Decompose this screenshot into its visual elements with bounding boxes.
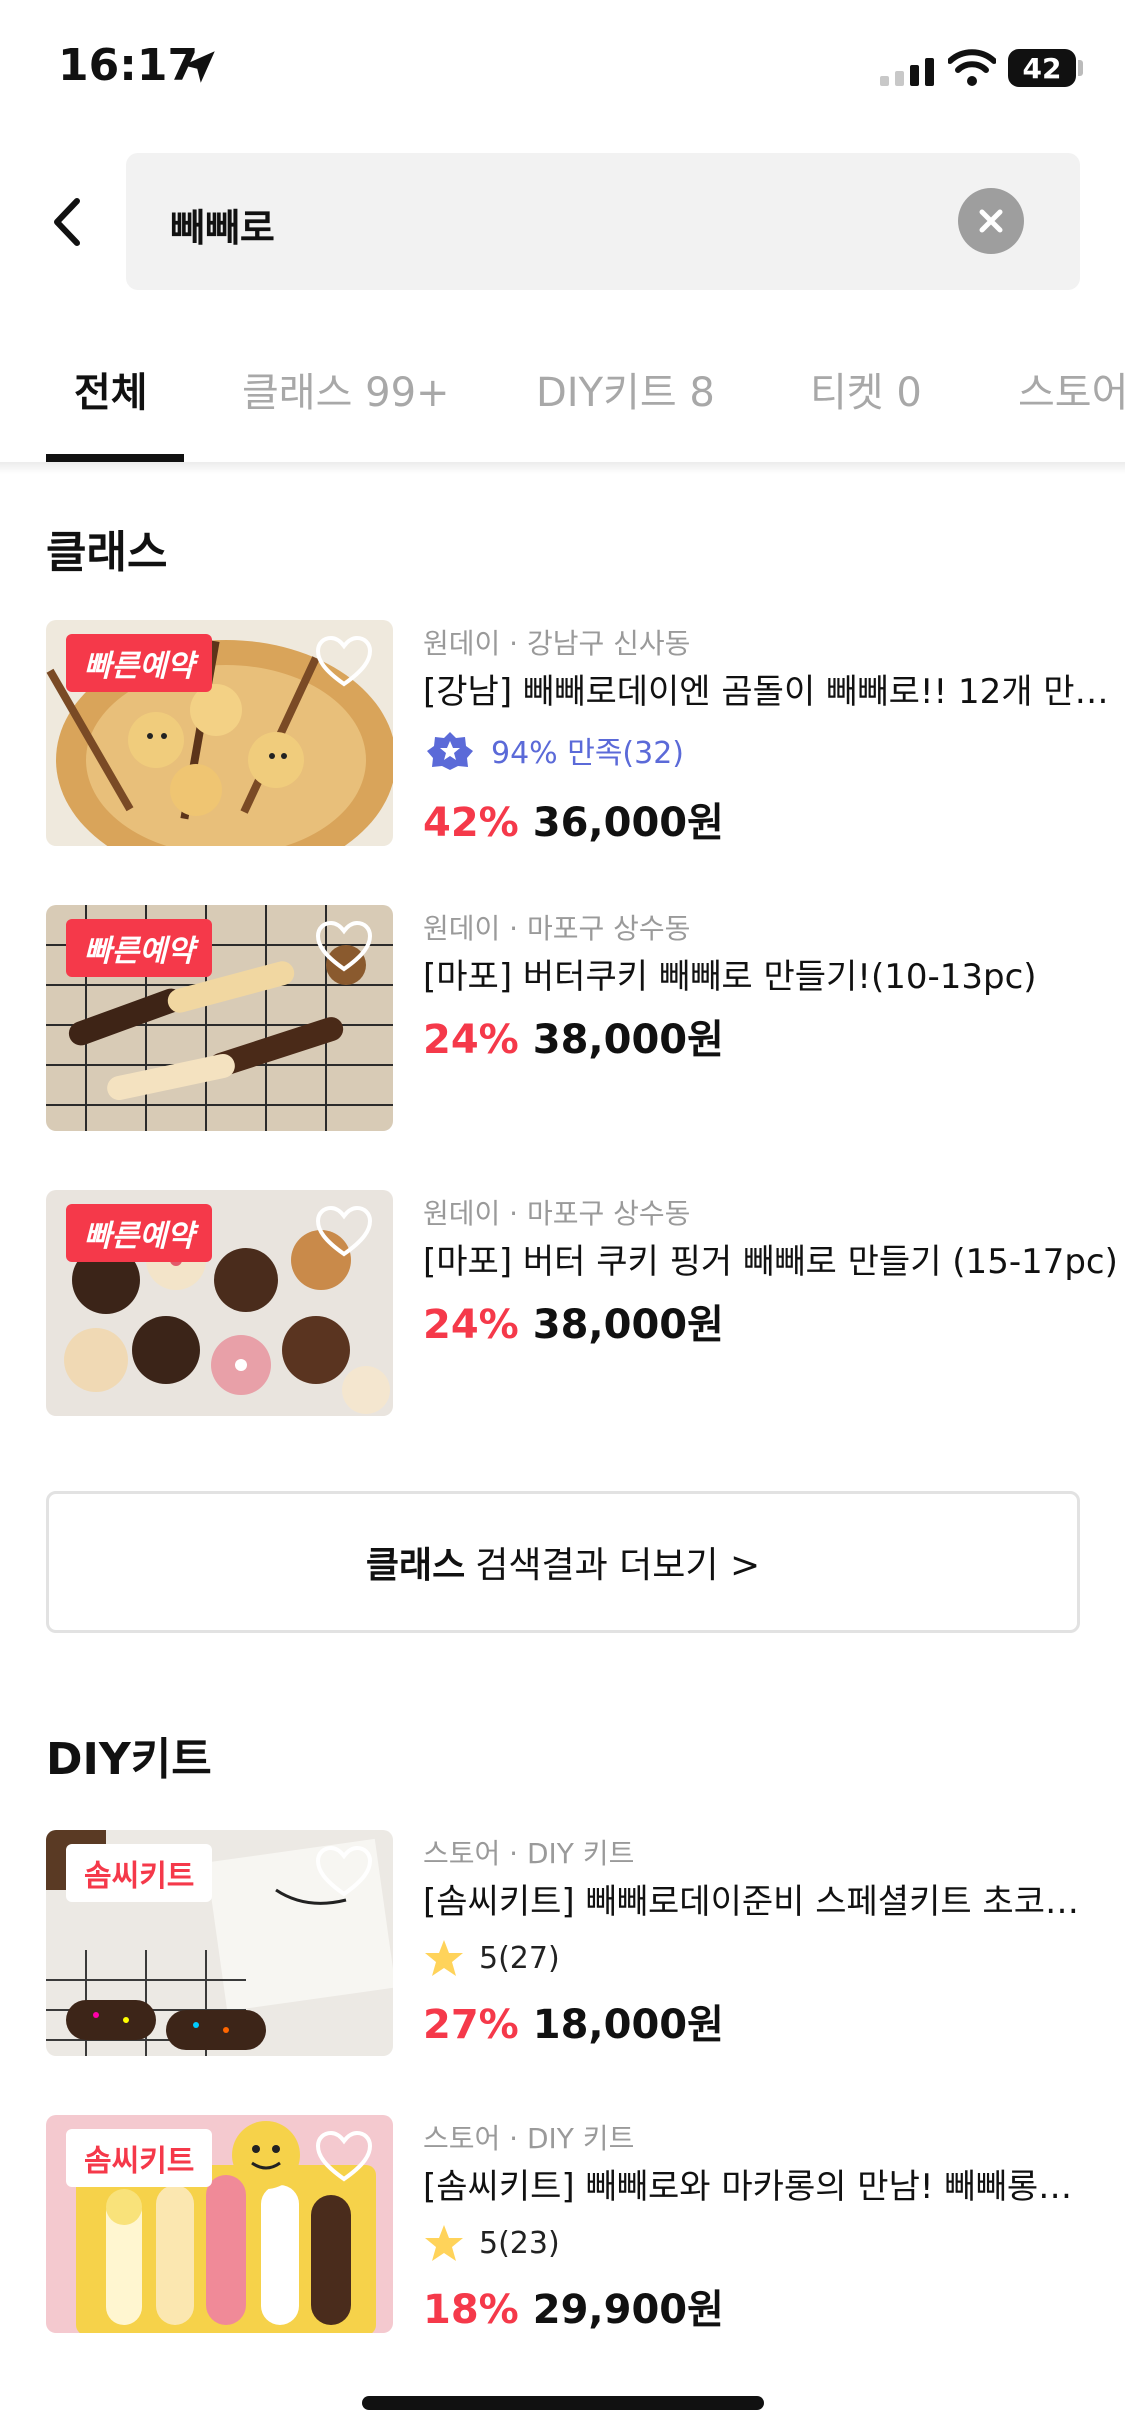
battery-tip (1078, 60, 1083, 76)
chevron-left-icon (54, 198, 80, 246)
star-rating-text: 5(23) (479, 2225, 560, 2261)
heart-icon[interactable] (314, 634, 374, 690)
class-card[interactable]: 빠른예약 원데이 · 마포구 상수동 [마포] 버터쿠키 빼빼로 만들기!(10… (46, 905, 1086, 1131)
star-icon (425, 1940, 463, 1976)
fast-booking-badge: 빠른예약 (66, 634, 213, 692)
price-row: 24% 38,000원 (423, 1292, 724, 1350)
price-row: 24% 38,000원 (423, 1007, 724, 1065)
class-title[interactable]: [강남] 빼빼로데이엔 곰돌이 빼빼로!! 12개 만… (423, 664, 1123, 713)
price-row: 42% 36,000원 (423, 790, 724, 848)
satisfaction-text: 94% 만족(32) (491, 736, 684, 771)
cellular-signal-icon (880, 58, 934, 86)
class-thumbnail[interactable]: 빠른예약 (46, 905, 393, 1131)
kit-title[interactable]: [솜씨키트] 빼빼로데이준비 스페셜키트 초코… (423, 1874, 1123, 1923)
class-thumbnail[interactable]: 빠른예약 (46, 1190, 393, 1416)
class-meta: 원데이 · 마포구 상수동 (423, 912, 691, 945)
tab-store[interactable]: 스토어 (1018, 360, 1125, 418)
satisfaction-rating: 94% 만족(32) (423, 728, 684, 772)
tab-divider (0, 462, 1125, 474)
class-card[interactable]: 빠른예약 원데이 · 마포구 상수동 [마포] 버터 쿠키 핑거 빼빼로 만들기… (46, 1190, 1118, 1416)
fast-booking-badge: 빠른예약 (66, 1204, 213, 1262)
category-tabs: 전체 클래스 99+ DIY키트 8 티켓 0 스토어 (0, 330, 1125, 462)
star-rating-text: 5(27) (479, 1940, 560, 1976)
back-button[interactable] (36, 186, 96, 258)
discount-rate: 42% (423, 800, 519, 846)
star-rating: 5(27) (423, 1938, 560, 1978)
heart-icon[interactable] (314, 1204, 374, 1260)
class-meta: 원데이 · 강남구 신사동 (423, 627, 691, 660)
class-section-title: 클래스 (46, 527, 168, 578)
kit-card[interactable]: 솜씨키트 스토어 · DIY 키트 [솜씨키트] 빼빼로데이준비 스페셜키트 초… (46, 1830, 1086, 2056)
close-icon (979, 209, 1003, 233)
more-button-label: 검색결과 더보기 > (475, 1545, 761, 1586)
kit-card[interactable]: 솜씨키트 스토어 · DIY 키트 [솜씨키트] 빼빼로와 마카롱의 만남! 빼… (46, 2115, 1086, 2333)
kit-meta: 스토어 · DIY 키트 (423, 1837, 635, 1870)
kit-meta: 스토어 · DIY 키트 (423, 2122, 635, 2155)
satisfaction-badge-icon (427, 732, 473, 770)
fast-booking-badge: 빠른예약 (66, 919, 213, 977)
more-button-bold: 클래스 (365, 1545, 466, 1586)
battery-level: 42 (1022, 51, 1062, 85)
tab-all[interactable]: 전체 (74, 360, 148, 418)
location-arrow-icon (183, 51, 215, 83)
class-card[interactable]: 빠른예약 원데이 · 강남구 신사동 [강남] 빼빼로데이엔 곰돌이 빼빼로!!… (46, 620, 1109, 848)
kit-title[interactable]: [솜씨키트] 빼빼로와 마카롱의 만남! 빼빼롱… (423, 2159, 1123, 2208)
somssi-kit-badge: 솜씨키트 (66, 2129, 213, 2187)
discount-rate: 18% (423, 2287, 519, 2333)
tab-ticket[interactable]: 티켓 0 (810, 360, 922, 418)
star-icon (425, 2225, 463, 2261)
battery-icon: 42 (1008, 49, 1076, 87)
heart-icon[interactable] (314, 919, 374, 975)
price: 18,000원 (532, 2002, 724, 2048)
search-input[interactable]: 빼빼로 (126, 153, 1080, 290)
search-query-text: 빼빼로 (170, 206, 275, 250)
home-indicator[interactable] (362, 2396, 764, 2410)
kit-section-title: DIY키트 (46, 1734, 212, 1785)
discount-rate: 24% (423, 1302, 519, 1348)
class-title[interactable]: [마포] 버터쿠키 빼빼로 만들기!(10-13pc) (423, 949, 1123, 998)
heart-icon[interactable] (314, 2129, 374, 2185)
star-rating: 5(23) (423, 2223, 560, 2263)
discount-rate: 27% (423, 2002, 519, 2048)
class-title[interactable]: [마포] 버터 쿠키 핑거 빼빼로 만들기 (15-17pc) (423, 1234, 1123, 1283)
discount-rate: 24% (423, 1017, 519, 1063)
class-thumbnail[interactable]: 빠른예약 (46, 620, 393, 846)
price: 36,000원 (532, 800, 724, 846)
price: 38,000원 (532, 1017, 724, 1063)
kit-thumbnail[interactable]: 솜씨키트 (46, 2115, 393, 2333)
price-row: 27% 18,000원 (423, 1992, 724, 2050)
tab-class[interactable]: 클래스 99+ (242, 360, 450, 418)
heart-icon[interactable] (314, 1844, 374, 1900)
price: 38,000원 (532, 1302, 724, 1348)
kit-thumbnail[interactable]: 솜씨키트 (46, 1830, 393, 2056)
active-tab-indicator (46, 454, 184, 462)
tab-diy-kit[interactable]: DIY키트 8 (536, 360, 715, 418)
somssi-kit-badge: 솜씨키트 (66, 1844, 213, 1902)
clear-search-button[interactable] (958, 188, 1024, 254)
status-bar: 16:17 42 (0, 0, 1125, 140)
more-class-results-button[interactable]: 클래스 검색결과 더보기 > (46, 1491, 1080, 1633)
price-row: 18% 29,900원 (423, 2277, 724, 2335)
wifi-icon (948, 49, 996, 86)
price: 29,900원 (532, 2287, 724, 2333)
class-meta: 원데이 · 마포구 상수동 (423, 1197, 691, 1230)
